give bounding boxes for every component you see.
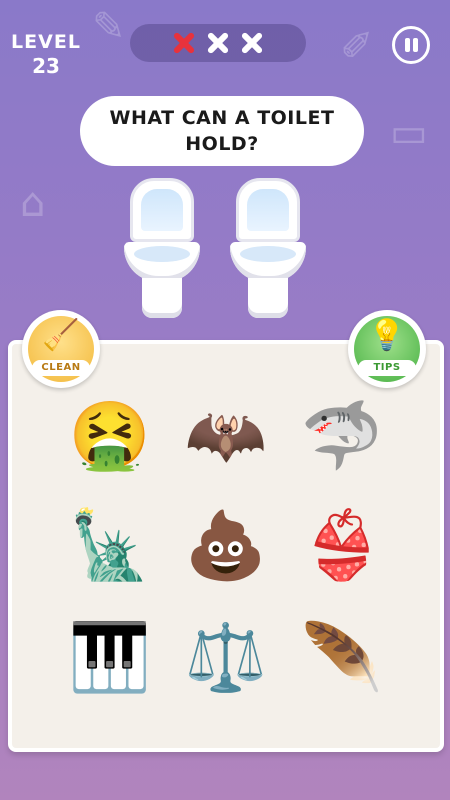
level-number: 23 (32, 54, 60, 78)
piano-icon[interactable]: 🎹 (64, 612, 156, 704)
background-doodle-icon: ✎ (92, 4, 126, 50)
strike-x-icon (172, 31, 196, 55)
toilet-base (142, 278, 182, 318)
toilet-lid (130, 178, 194, 242)
toilet-lid (236, 178, 300, 242)
pause-button[interactable] (392, 26, 430, 64)
clean-button[interactable]: 🧹 CLEAN (22, 310, 100, 388)
shark-icon[interactable]: 🦈 (296, 390, 388, 482)
background-doodle-icon: ⌂ (20, 180, 46, 226)
scales-icon[interactable]: ⚖️ (180, 612, 272, 704)
question-text: WHAT CAN A TOILET HOLD? (109, 107, 335, 155)
strikes-bar (130, 24, 306, 62)
poop-icon[interactable]: 💩 (180, 500, 272, 592)
statue-of-liberty-icon[interactable]: 🗽 (64, 500, 156, 592)
bat-icon[interactable]: 🦇 (180, 390, 272, 482)
tips-label: TIPS (358, 360, 416, 376)
level-label: LEVEL (11, 31, 81, 53)
level-indicator: LEVEL 23 (10, 30, 82, 78)
background-doodle-icon: ▭ (390, 110, 428, 156)
strike-x-icon (206, 31, 230, 55)
toilet-target-2[interactable] (230, 178, 306, 322)
toilet-target-1[interactable] (124, 178, 200, 322)
tips-button[interactable]: 💡 TIPS (348, 310, 426, 388)
toilet-bowl (230, 242, 306, 282)
toilet-base (248, 278, 288, 318)
clean-label: CLEAN (32, 360, 90, 376)
toilet-bowl (124, 242, 200, 282)
broom-icon: 🧹 (42, 318, 80, 353)
vomiting-face-icon[interactable]: 🤮 (64, 390, 156, 482)
feather-headdress-icon[interactable]: 🪶 (296, 612, 388, 704)
question-bubble: WHAT CAN A TOILET HOLD? (80, 96, 364, 166)
background-doodle-icon: ✐ (340, 24, 374, 70)
lightbulb-icon: 💡 (368, 318, 406, 353)
bikini-top-icon[interactable]: 👙 (296, 500, 388, 592)
strike-x-icon (240, 31, 264, 55)
